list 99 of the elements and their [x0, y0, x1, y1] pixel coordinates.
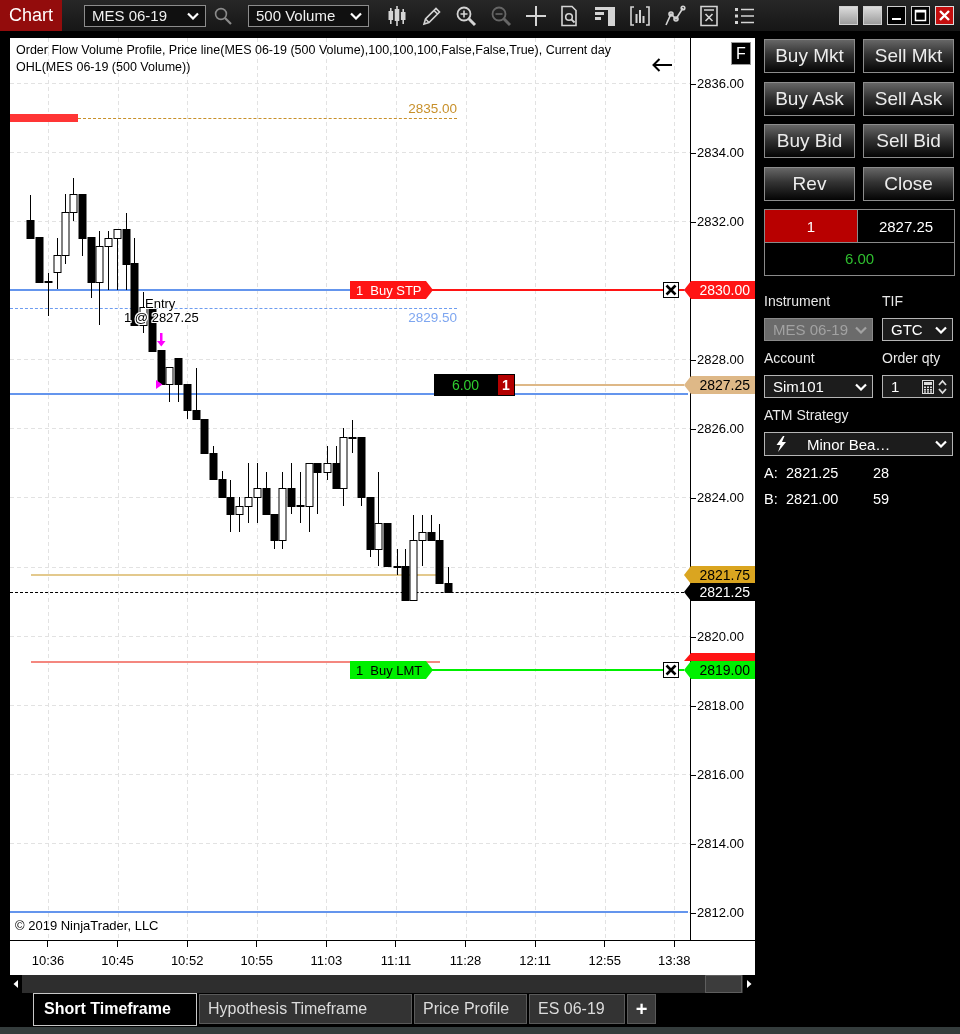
candle [44, 273, 53, 316]
chevron-icon [935, 325, 947, 334]
average-price: 2827.25 [858, 210, 954, 244]
copyright-text: © 2019 NinjaTrader, LLC [15, 918, 159, 934]
interval-dropdown[interactable]: 500 Volume [248, 4, 369, 27]
candle [165, 367, 174, 402]
order-button[interactable]: Rev [764, 167, 855, 202]
crosshair-icon[interactable] [524, 4, 547, 27]
order-tag[interactable]: 1 Buy STP [350, 281, 433, 299]
atm-strategy-dropdown[interactable]: Minor Bea… [764, 432, 953, 457]
f-button[interactable]: F [731, 42, 751, 65]
level-label: 2829.50 [408, 309, 457, 325]
time-label: 12:11 [519, 941, 551, 968]
chevron-icon [855, 382, 867, 391]
quote-size: 28 [873, 465, 890, 483]
spinner-icon[interactable] [938, 378, 947, 395]
app-title: Chart [0, 0, 62, 31]
left-arrow-icon[interactable] [651, 58, 673, 72]
candle [305, 463, 314, 532]
order-button[interactable]: Sell Ask [863, 81, 954, 116]
time-label: 10:52 [170, 941, 204, 968]
candle [253, 463, 262, 523]
calculator-icon[interactable] [922, 379, 934, 394]
chevron-icon [935, 440, 947, 449]
candle [35, 237, 44, 283]
line-nodes-icon[interactable] [663, 4, 686, 27]
tab[interactable]: Short Timeframe [33, 993, 197, 1026]
quantity-field[interactable]: 1 [882, 375, 953, 399]
order-button[interactable]: Buy Mkt [764, 39, 855, 73]
price-marker: 2827.25 [684, 376, 755, 394]
quote-side: A: [764, 465, 778, 483]
close-icon[interactable] [663, 662, 679, 678]
time-label: 11:28 [449, 941, 482, 968]
tab[interactable]: Price Profile [414, 994, 527, 1024]
time-label: 12:55 [588, 941, 621, 968]
candle [53, 238, 62, 289]
field-label: Account [764, 350, 815, 367]
order-tag[interactable]: 1 Buy LMT [350, 661, 433, 679]
order-button[interactable]: Buy Ask [764, 81, 855, 116]
price-marker: 2819.00 [684, 661, 755, 679]
instrument-dropdown[interactable]: MES 06-19 [84, 4, 206, 27]
candle [174, 358, 183, 402]
position-pnl: 6.00 [843, 249, 876, 270]
triangle-marker-icon [156, 380, 163, 389]
quote-price: 2821.25 [786, 465, 839, 483]
price-marker: 2830.00 [684, 281, 755, 299]
order-button[interactable]: Sell Bid [863, 124, 954, 159]
candle [26, 195, 35, 239]
time-label: 13:38 [658, 941, 691, 968]
volume-bar [10, 114, 78, 122]
quote-size: 59 [873, 491, 890, 509]
bar-chart-icon[interactable] [628, 4, 651, 27]
chevron-icon [350, 11, 362, 20]
time-label: 10:45 [101, 941, 134, 968]
field-label: TIF [882, 293, 903, 310]
candlestick-icon[interactable] [386, 4, 408, 27]
add-tab-button[interactable]: + [627, 994, 656, 1024]
candle [113, 229, 122, 290]
candle [262, 472, 271, 515]
time-label: 11:03 [310, 941, 343, 968]
price-marker: 2821.75 [684, 566, 755, 584]
field-label: Order qty [882, 350, 941, 367]
tif-dropdown[interactable]: GTC [882, 318, 953, 342]
position-quantity: 1 [497, 374, 515, 396]
candle [209, 446, 218, 480]
document-icon[interactable] [698, 4, 721, 27]
order-button[interactable]: Close [863, 167, 954, 202]
position-quantity: 1 [765, 210, 858, 244]
maximize-icon[interactable] [911, 6, 930, 25]
time-label: 10:36 [31, 941, 65, 968]
down-arrow-icon [157, 333, 166, 347]
level-label: 2835.00 [408, 100, 457, 116]
order-button[interactable]: Sell Mkt [863, 39, 954, 73]
order-button[interactable]: Buy Bid [764, 124, 855, 159]
price-marker [684, 653, 755, 661]
indicator-label: Order Flow Volume Profile, Price line(MES 06-19 (500 Volume),100,100,100,False,False,True), Current day OHL(MES 06-19 (500 Volume)) [16, 42, 612, 76]
field-label: ATM Strategy [764, 407, 849, 424]
tab[interactable]: Hypothesis Timeframe [199, 994, 412, 1024]
candle [296, 472, 305, 523]
panel-layout-icon[interactable] [594, 4, 617, 27]
quote-price: 2821.00 [786, 491, 839, 509]
minimize-icon[interactable] [887, 6, 906, 25]
search-icon[interactable] [214, 6, 232, 25]
chevron-icon [855, 325, 867, 334]
field-label: Instrument [764, 293, 831, 310]
quote-side: B: [764, 491, 778, 509]
candle [157, 350, 166, 385]
lightning-icon [775, 436, 787, 453]
account-dropdown[interactable]: Sim101 [764, 375, 873, 399]
time-label: 10:55 [240, 941, 274, 968]
time-label: 11:11 [380, 941, 412, 968]
zoom-in-icon[interactable] [455, 4, 478, 27]
chevron-icon [187, 11, 199, 20]
close-icon[interactable] [663, 282, 679, 298]
price-marker: 2821.25 [684, 583, 755, 601]
tab[interactable]: ES 06-19 [529, 994, 625, 1024]
entry-label: Entry [145, 297, 176, 311]
scrollbar-thumb[interactable] [705, 975, 742, 993]
position-pnl: 6.00 [434, 374, 497, 396]
